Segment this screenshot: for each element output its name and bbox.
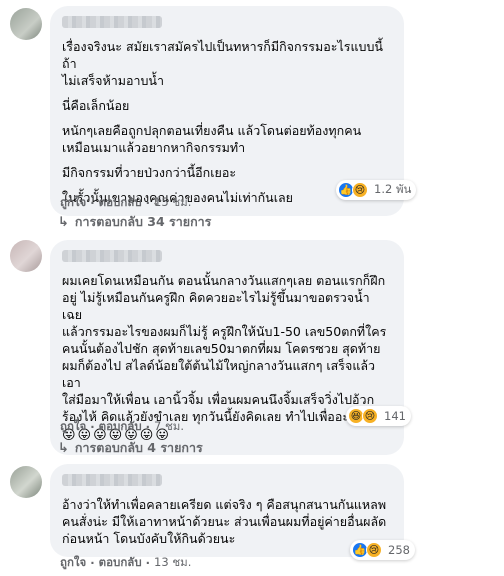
sad-icon: 😢: [362, 408, 378, 424]
like-button[interactable]: ถูกใจ: [60, 418, 86, 436]
reaction-summary[interactable]: 😆 😢 141: [346, 406, 411, 426]
author-name-redacted[interactable]: [62, 16, 162, 28]
comment-bubble: อ้างว่าให้ทำเพื่อคลายเครียด แต่จริง ๆ คื…: [50, 464, 404, 557]
comment-text: เรื่องจริงนะ สมัยเราสมัครไปเป็นทหารก็มีก…: [62, 39, 383, 88]
author-name-redacted[interactable]: [62, 250, 162, 262]
like-button[interactable]: ถูกใจ: [60, 554, 86, 572]
avatar[interactable]: [10, 8, 42, 40]
reply-button[interactable]: ตอบกลับ: [99, 418, 142, 436]
reaction-summary[interactable]: 👍 😢 1.2 พัน: [336, 180, 417, 200]
view-replies-link[interactable]: ↳ การตอบกลับ 4 รายการ: [58, 438, 203, 458]
like-button[interactable]: ถูกใจ: [60, 194, 86, 212]
comment-text: หนักๆเลยคือถูกปลุกตอนเที่ยงคืน แล้วโดนต่…: [62, 123, 362, 155]
timestamp[interactable]: 7 ชม.: [154, 418, 184, 436]
reply-arrow-icon: ↳: [58, 214, 69, 230]
reply-button[interactable]: ตอบกลับ: [99, 194, 142, 212]
reply-arrow-icon: ↳: [58, 440, 69, 456]
author-name-redacted[interactable]: [62, 474, 162, 486]
reaction-count: 141: [384, 409, 406, 423]
avatar[interactable]: [10, 240, 42, 272]
comment-actions: ถูกใจ · ตอบกลับ · 7 ชม.: [60, 418, 185, 436]
comment-text: อ้างว่าให้ทำเพื่อคลายเครียด แต่จริง ๆ คื…: [62, 497, 387, 546]
comment-thread: เรื่องจริงนะ สมัยเราสมัครไปเป็นทหารก็มีก…: [0, 0, 504, 576]
reaction-count: 1.2 พัน: [374, 182, 412, 196]
comment-text: ผมเคยโดนเหมือนกัน ตอนนั้นกลางวันแสกๆเลย …: [62, 273, 387, 424]
replies-count-label: การตอบกลับ 4 รายการ: [74, 440, 203, 455]
comment-text: นี่คือเล็กน้อย: [62, 98, 130, 113]
replies-count-label: การตอบกลับ 34 รายการ: [74, 214, 212, 229]
reaction-count: 258: [388, 543, 410, 557]
comment-actions: ถูกใจ · ตอบกลับ · 13 ชม.: [60, 554, 192, 572]
view-replies-link[interactable]: ↳ การตอบกลับ 34 รายการ: [58, 212, 211, 232]
timestamp[interactable]: 13 ชม.: [154, 554, 191, 572]
reply-button[interactable]: ตอบกลับ: [99, 554, 142, 572]
reaction-summary[interactable]: 👍 😢 258: [350, 540, 415, 560]
avatar[interactable]: [10, 466, 42, 498]
comment-actions: ถูกใจ · ตอบกลับ · 15 ชม.: [60, 194, 192, 212]
timestamp[interactable]: 15 ชม.: [154, 194, 191, 212]
comment-text: มีกิจกรรมที่วายป่วงกว่านี้อีกเยอะ: [62, 165, 237, 180]
sad-icon: 😢: [366, 542, 382, 558]
sad-icon: 😢: [352, 182, 368, 198]
